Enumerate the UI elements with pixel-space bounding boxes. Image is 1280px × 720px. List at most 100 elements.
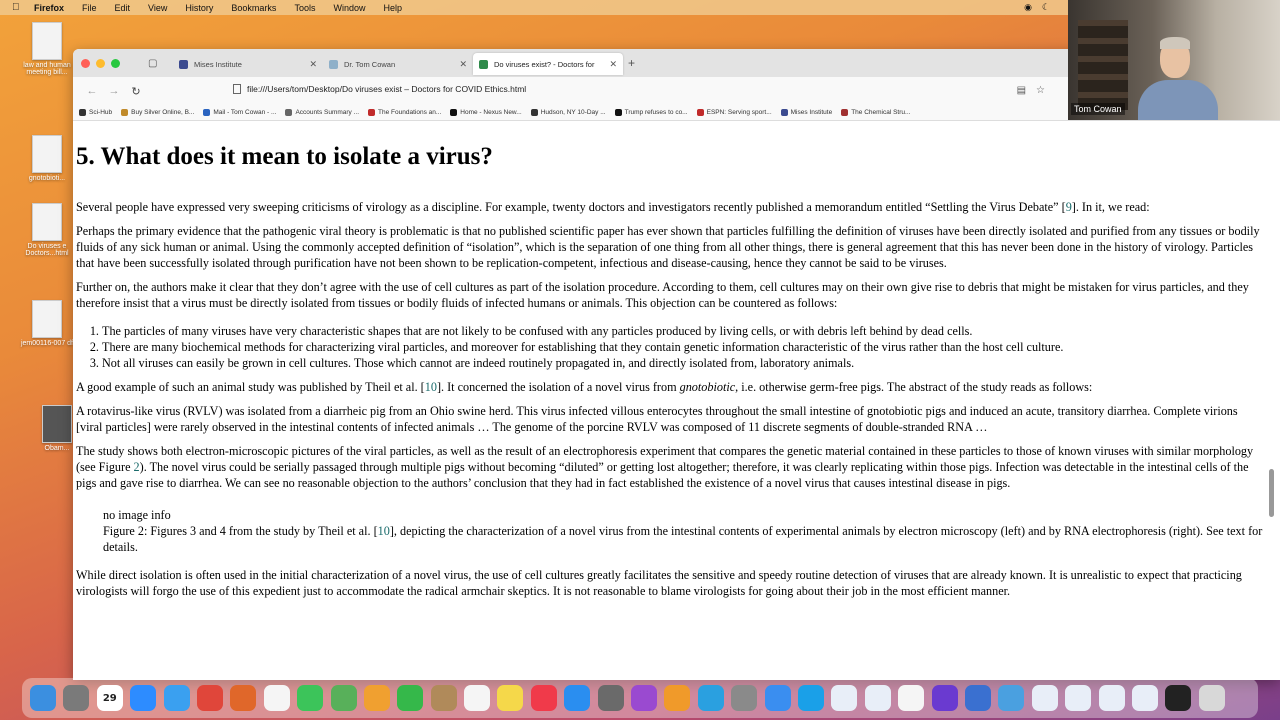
reload-icon[interactable]: ↻	[125, 85, 147, 98]
trash-icon[interactable]	[1198, 685, 1225, 711]
menu-history[interactable]: History	[185, 3, 213, 13]
close-tab-icon[interactable]: ✕	[459, 59, 467, 70]
bookmark-favicon-icon	[285, 109, 293, 116]
paragraph: A good example of such an animal study w…	[76, 380, 1093, 394]
bookmark-favicon-icon	[530, 109, 538, 116]
menu-help[interactable]: Help	[383, 3, 402, 13]
bookmark-item[interactable]: The Chemical Stru...	[841, 109, 910, 116]
bookmark-item[interactable]: Trump refuses to co...	[614, 109, 688, 116]
terminal-icon[interactable]	[1165, 685, 1192, 711]
tab-mises[interactable]: Mises Institute ✕	[173, 53, 323, 75]
paragraph: Several people have expressed very sweep…	[76, 200, 1150, 214]
document-icon[interactable]	[864, 685, 891, 711]
facetime-icon[interactable]	[397, 685, 424, 711]
firefox-icon[interactable]	[931, 685, 958, 711]
globe-icon[interactable]	[964, 685, 991, 711]
mail-icon[interactable]	[764, 685, 791, 711]
menu-file[interactable]: File	[82, 3, 97, 13]
reminders-icon[interactable]	[464, 685, 491, 711]
desktop-file[interactable]: Do viruses e Doctors...html	[17, 203, 77, 257]
folder-icon[interactable]	[998, 685, 1025, 711]
browser-window: ▢ Mises Institute ✕ Dr. Tom Cowan ✕ Do v…	[73, 49, 1280, 680]
bookmark-star-icon[interactable]: ☆	[1036, 85, 1045, 96]
apple-menu-icon[interactable]: 	[12, 2, 26, 13]
close-tab-icon[interactable]: ✕	[309, 59, 317, 70]
figure-caption: no image info Figure 2: Figures 3 and 4 …	[103, 508, 1263, 554]
launchpad-icon[interactable]	[63, 685, 90, 711]
new-tab-icon[interactable]: +	[628, 56, 635, 70]
desktop-file[interactable]: law and human meeting bill...	[17, 22, 77, 76]
safari-icon[interactable]	[163, 685, 190, 711]
telegram-icon[interactable]	[697, 685, 724, 711]
menu-window[interactable]: Window	[333, 3, 365, 13]
menu-app-name[interactable]: Firefox	[34, 3, 64, 13]
menu-tools[interactable]: Tools	[294, 3, 315, 13]
document-icon[interactable]	[1131, 685, 1158, 711]
paragraph: The study shows both electron-microscopi…	[76, 444, 1254, 490]
news-icon[interactable]	[530, 685, 557, 711]
bookmark-item[interactable]: ESPN: Serving sport...	[696, 109, 772, 116]
scrollbar-thumb[interactable]	[1269, 469, 1274, 517]
numbered-list: The particles of many viruses have very …	[102, 323, 1263, 371]
bookmark-favicon-icon	[79, 109, 86, 116]
maps-icon[interactable]	[330, 685, 357, 711]
tab-overview-icon[interactable]: ▢	[148, 58, 162, 69]
document-icon	[32, 22, 62, 60]
bookmark-favicon-icon	[121, 109, 129, 116]
finder-icon[interactable]	[30, 685, 56, 711]
minimize-window-button[interactable]	[96, 58, 105, 68]
zoom-window-button[interactable]	[111, 58, 120, 68]
podcasts-icon[interactable]	[631, 685, 658, 711]
bookshelf	[1078, 20, 1128, 110]
close-tab-icon[interactable]: ✕	[609, 59, 617, 70]
bookmark-item[interactable]: Mail - Tom Cowan - ...	[203, 109, 276, 116]
chrome-icon[interactable]	[196, 685, 223, 711]
zoom-icon[interactable]	[130, 685, 157, 711]
status-moon-icon[interactable]: ☾	[1042, 2, 1050, 13]
pages-icon[interactable]	[664, 685, 691, 711]
bookmark-item[interactable]: Accounts Summary ...	[285, 109, 359, 116]
document-icon[interactable]	[1065, 685, 1092, 711]
bookmark-item[interactable]: Sci-Hub	[79, 109, 112, 116]
preview-icon[interactable]	[731, 685, 758, 711]
forward-arrow-icon[interactable]: →	[103, 85, 125, 97]
document-icon[interactable]	[831, 685, 858, 711]
reference-link[interactable]: 10	[425, 380, 437, 394]
appstore-icon[interactable]	[564, 685, 591, 711]
menu-bookmarks[interactable]: Bookmarks	[231, 3, 276, 13]
document-icon[interactable]	[898, 685, 925, 711]
notes-icon[interactable]	[497, 685, 524, 711]
status-extension-icon[interactable]: ◉	[1024, 2, 1032, 13]
photos-icon[interactable]	[363, 685, 390, 711]
settings-icon[interactable]	[597, 685, 624, 711]
bookmark-item[interactable]: Buy Silver Online, B...	[121, 109, 194, 116]
calendar-icon[interactable]: 29	[96, 685, 123, 711]
close-window-button[interactable]	[81, 58, 90, 68]
messages-icon[interactable]	[297, 685, 324, 711]
desktop-file[interactable]: jem00116-007 df	[17, 300, 77, 347]
back-arrow-icon[interactable]: ←	[81, 85, 103, 97]
textedit-icon[interactable]	[263, 685, 290, 711]
reference-link[interactable]: 10	[378, 524, 390, 538]
skype-icon[interactable]	[797, 685, 824, 711]
bookmark-item[interactable]: Mises Institute	[780, 109, 832, 116]
firefox-icon[interactable]	[230, 685, 257, 711]
url-bar[interactable]: file:///Users/tom/Desktop/Do viruses exi…	[233, 84, 526, 94]
document-icon[interactable]	[1031, 685, 1058, 711]
bookmark-favicon-icon	[841, 109, 849, 116]
menu-edit[interactable]: Edit	[115, 3, 131, 13]
tab-active-article[interactable]: Do viruses exist? - Doctors for ✕	[473, 53, 623, 75]
bookmark-item[interactable]: Hudson, NY 10-Day ...	[530, 109, 606, 116]
bookmark-item[interactable]: The Foundations an...	[368, 109, 441, 116]
document-icon[interactable]	[1098, 685, 1125, 711]
reader-view-icon[interactable]: ▤	[1017, 85, 1026, 96]
contacts-icon[interactable]	[430, 685, 457, 711]
bookmark-item[interactable]: Home - Nexus New...	[450, 109, 522, 116]
desktop-file[interactable]: gnotobioti...	[17, 135, 77, 182]
block-quote: A rotavirus-like virus (RVLV) was isolat…	[76, 404, 1238, 434]
menu-view[interactable]: View	[148, 3, 167, 13]
tab-tom-cowan[interactable]: Dr. Tom Cowan ✕	[323, 53, 473, 75]
block-quote: Perhaps the primary evidence that the pa…	[76, 224, 1260, 270]
missing-image-text: no image info	[103, 508, 171, 522]
paragraph: Further on, the authors make it clear th…	[76, 280, 1249, 310]
